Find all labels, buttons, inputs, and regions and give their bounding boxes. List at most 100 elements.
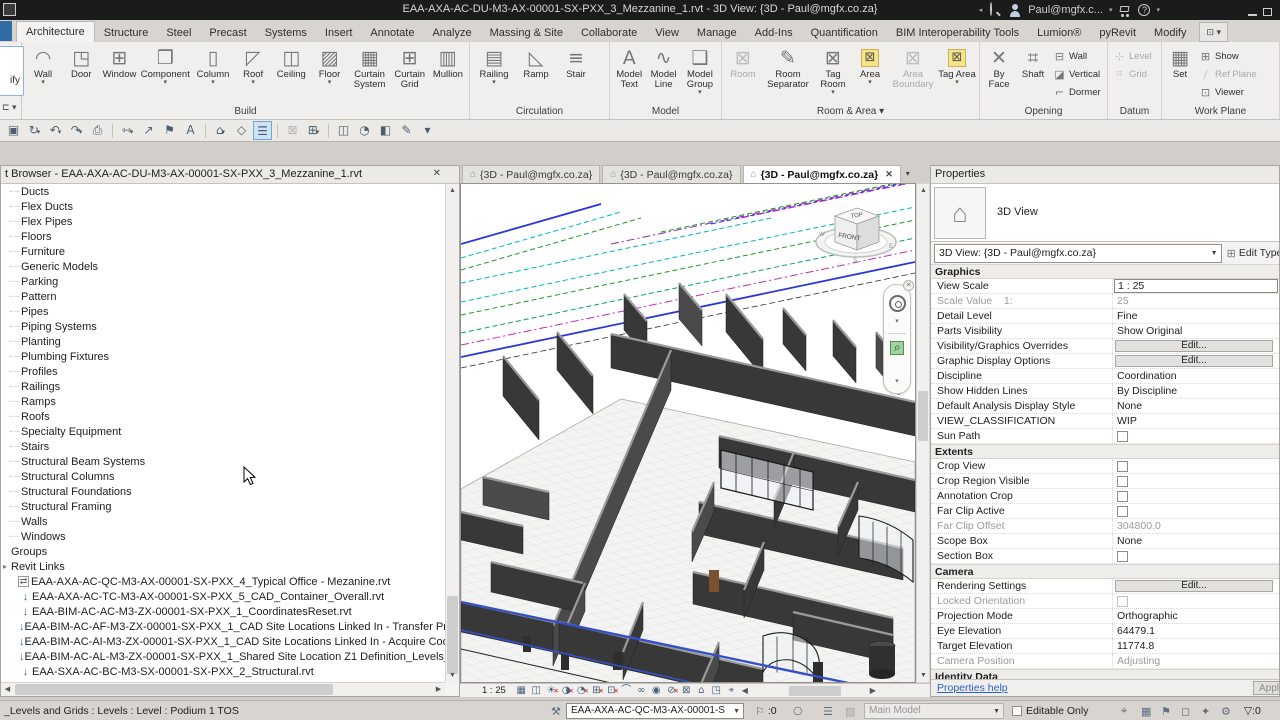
railing-button[interactable]: ▤ Railing ▾	[472, 44, 516, 86]
section-header-camera[interactable]: Camera	[931, 564, 1279, 579]
render-dialog-icon[interactable]: ◔	[574, 684, 589, 698]
section-icon[interactable]: ◇	[232, 121, 251, 140]
sun-path-icon[interactable]: ☀	[544, 684, 559, 698]
sidebar-item-ramps[interactable]: ┄┄ Ramps	[1, 394, 445, 409]
viewport-vertical-scrollbar[interactable]: ▲ ▼	[916, 183, 930, 683]
viewport-horizontal-scrollbar[interactable]	[754, 684, 867, 697]
sidebar-item-plumbing-fixtures[interactable]: ┄┄ Plumbing Fixtures	[1, 349, 445, 364]
tab-pyrevit[interactable]: pyRevit	[1090, 23, 1145, 42]
vertical-button[interactable]: ◪ Vertical	[1050, 65, 1104, 83]
model-line-button[interactable]: ∿ Model Line	[646, 44, 680, 90]
property-value[interactable]: None	[1113, 534, 1279, 548]
sidebar-item-ducts[interactable]: ┄┄ Ducts	[1, 184, 445, 199]
properties-help-link[interactable]: Properties help	[937, 682, 1008, 694]
floor-button[interactable]: ▨ Floor ▾	[310, 44, 348, 86]
door-button[interactable]: ◳ Door	[62, 44, 100, 80]
sidebar-item-structural-beam-systems[interactable]: ┄┄ Structural Beam Systems	[1, 454, 445, 469]
tab-view[interactable]: View	[646, 23, 688, 42]
measure-icon[interactable]: ⇿▾	[118, 121, 137, 140]
signed-in-user[interactable]: Paul@mgfx.c...	[1028, 4, 1103, 16]
checkbox[interactable]	[1117, 491, 1128, 502]
property-value[interactable]	[1113, 549, 1279, 563]
checkbox[interactable]	[1117, 551, 1128, 562]
list-item-revit-link[interactable]: ↓ EAA-BIM-AC-AL-M3-ZX-00001-SX-PXX_1_Shar…	[1, 649, 445, 664]
property-value[interactable]: 25	[1113, 294, 1279, 308]
curtain-system-button[interactable]: ▦ Curtain System	[349, 44, 391, 90]
apply-button[interactable]: Apply	[1253, 681, 1279, 695]
sidebar-item-windows[interactable]: ┄┄ Windows	[1, 529, 445, 544]
section-header-identity-data[interactable]: Identity Data	[931, 669, 1279, 679]
help-menu-caret-icon[interactable]: ▾	[1156, 6, 1160, 14]
tab-precast[interactable]: Precast	[200, 23, 255, 42]
checkbox[interactable]	[1117, 461, 1128, 472]
list-item-revit-link[interactable]: ↓ EAA-SXA-AC-BC-M3-SX-00001-SX-PXX_2_Stru…	[1, 664, 445, 679]
dormer-button[interactable]: ⌐ Dormer	[1050, 83, 1104, 101]
window-button[interactable]: ⊞ Window	[100, 44, 138, 80]
pencil-icon[interactable]: ✎	[397, 121, 416, 140]
property-value[interactable]: 1 : 25	[1113, 279, 1279, 293]
sync-icon[interactable]: ↻▾	[25, 121, 44, 140]
sidebar-item-railings[interactable]: ┄┄ Railings	[1, 379, 445, 394]
steering-wheel-icon[interactable]	[889, 295, 906, 312]
lock-3d-view-icon[interactable]: ⌒	[619, 684, 634, 697]
ceiling-button[interactable]: ◫ Ceiling	[272, 44, 310, 80]
view-tab-1[interactable]: ⌂ {3D - Paul@mgfx.co.za}	[462, 165, 601, 183]
view-tab-3[interactable]: ⌂ {3D - Paul@mgfx.co.za} ✕	[742, 165, 901, 183]
chevron-down-icon[interactable]: ▾	[884, 317, 910, 325]
model-hexagon-icon[interactable]: ⎔	[790, 701, 806, 720]
view-scale-button[interactable]: 1 : 25	[482, 685, 506, 696]
sidebar-item-flex-pipes[interactable]: ┄┄ Flex Pipes	[1, 214, 445, 229]
property-value[interactable]: None	[1113, 399, 1279, 413]
zoom-icon[interactable]	[890, 340, 904, 355]
tab-collaborate[interactable]: Collaborate	[572, 23, 646, 42]
analytical-model-icon[interactable]: ⌂	[694, 684, 709, 697]
scroll-left-icon[interactable]: ◀	[1, 683, 14, 696]
tag-room-button[interactable]: ⊠ Tag Room ▾	[814, 44, 852, 96]
edit-button[interactable]: Edit...	[1115, 355, 1273, 367]
property-value[interactable]: Orthographic	[1113, 609, 1279, 623]
browser-horizontal-scrollbar[interactable]: ◀ ▶	[1, 682, 445, 696]
sidebar-item-furniture[interactable]: ┄┄ Furniture	[1, 244, 445, 259]
sidebar-item-revit-links[interactable]: ▸ Revit Links	[1, 559, 445, 574]
checkbox[interactable]	[1117, 506, 1128, 517]
by-face-button[interactable]: ✕ By Face	[982, 44, 1016, 90]
editable-only-checkbox[interactable]: Editable Only	[1012, 701, 1088, 720]
property-value[interactable]: Edit...	[1113, 339, 1279, 353]
sidebar-item-floors[interactable]: ┄┄ Floors	[1, 229, 445, 244]
chevron-down-icon[interactable]: ▾	[884, 377, 910, 385]
edit-button[interactable]: Edit...	[1115, 580, 1273, 592]
close-icon[interactable]: ✕	[903, 280, 914, 291]
temporary-hide-isolate-icon[interactable]: ∞	[634, 684, 649, 697]
column-button[interactable]: ▯ Column ▾	[192, 44, 234, 86]
stair-button[interactable]: ≡ Stair	[556, 44, 596, 80]
worksharing-display-icon[interactable]: ⊘	[664, 684, 679, 698]
close-icon[interactable]: ✕	[885, 169, 893, 180]
tab-add-ins[interactable]: Add-Ins	[746, 23, 802, 42]
filter-button[interactable]: ▽:0	[1244, 701, 1261, 720]
redo-icon[interactable]: ↷▾	[67, 121, 86, 140]
close-inactive-views-icon[interactable]: ⊠	[283, 121, 302, 140]
tag-area-button[interactable]: ⊠ Tag Area ▾	[938, 44, 976, 86]
viewcube[interactable]: W S E TOP FRONT	[813, 196, 899, 278]
reveal-constraints-icon[interactable]: ⌖	[724, 684, 739, 697]
scroll-down-icon[interactable]: ▼	[917, 669, 930, 682]
sidebar-item-planting[interactable]: ┄┄ Planting	[1, 334, 445, 349]
property-value[interactable]	[1113, 594, 1279, 608]
viewer-button[interactable]: ⊡ Viewer	[1196, 83, 1260, 101]
sidebar-item-structural-columns[interactable]: ┄┄ Structural Columns	[1, 469, 445, 484]
property-value[interactable]: 11774.8	[1113, 639, 1279, 653]
edit-type-button[interactable]: ⊞ Edit Type	[1227, 247, 1279, 260]
checkbox[interactable]	[1117, 431, 1128, 442]
tab-analyze[interactable]: Analyze	[423, 23, 480, 42]
displacement-sets-icon[interactable]: ◳	[709, 684, 724, 697]
maximize-button[interactable]	[1263, 7, 1272, 16]
scroll-left-icon[interactable]: ◀	[739, 686, 751, 695]
text-icon[interactable]: A	[181, 121, 200, 140]
checkbox[interactable]	[1012, 706, 1022, 716]
model-group-button[interactable]: ❑ Model Group ▾	[681, 44, 719, 96]
app-store-cart-icon[interactable]	[1118, 3, 1132, 17]
list-item-revit-link[interactable]: ↓ EAA-BIM-AC-AC-M3-ZX-00001-SX-PXX_1_Coor…	[1, 604, 445, 619]
property-value[interactable]: Adjusting	[1113, 654, 1279, 668]
property-value[interactable]: WIP	[1113, 414, 1279, 428]
tab-insert[interactable]: Insert	[316, 23, 362, 42]
